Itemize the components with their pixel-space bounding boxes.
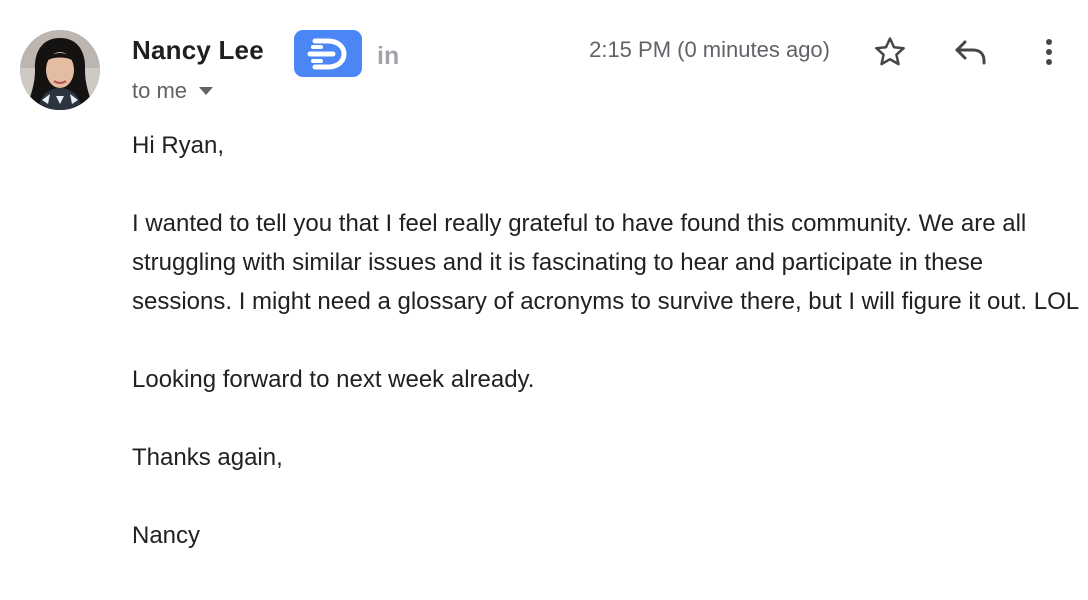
message-paragraph: Looking forward to next week already.: [132, 366, 535, 393]
star-button[interactable]: [868, 30, 912, 74]
linkedin-icon[interactable]: in: [377, 42, 399, 70]
reply-arrow-icon: [955, 40, 986, 65]
reply-button[interactable]: [948, 30, 992, 74]
message-signature: Nancy: [132, 522, 201, 549]
sender-name[interactable]: Nancy Lee: [132, 34, 264, 66]
avatar-photo: [20, 30, 100, 110]
sender-avatar[interactable]: [20, 30, 100, 110]
message-timestamp: 2:15 PM (0 minutes ago): [589, 37, 830, 62]
message-greeting: Hi Ryan,: [132, 132, 225, 159]
caret-down-icon[interactable]: [199, 87, 214, 95]
recipient-label: to me: [132, 78, 188, 103]
message-paragraph: I wanted to tell you that I feel really …: [132, 210, 1080, 315]
extension-d-logo-icon: [307, 38, 347, 69]
message-closing: Thanks again,: [132, 444, 283, 471]
vertical-dots-icon: [1046, 39, 1052, 65]
extension-badge-icon[interactable]: [294, 30, 362, 77]
more-options-button[interactable]: [1027, 30, 1071, 74]
star-outline-icon: [875, 37, 905, 66]
recipient-details-toggle[interactable]: to me: [132, 77, 214, 105]
message-body: Hi Ryan, I wanted to tell you that I fee…: [132, 126, 1082, 594]
